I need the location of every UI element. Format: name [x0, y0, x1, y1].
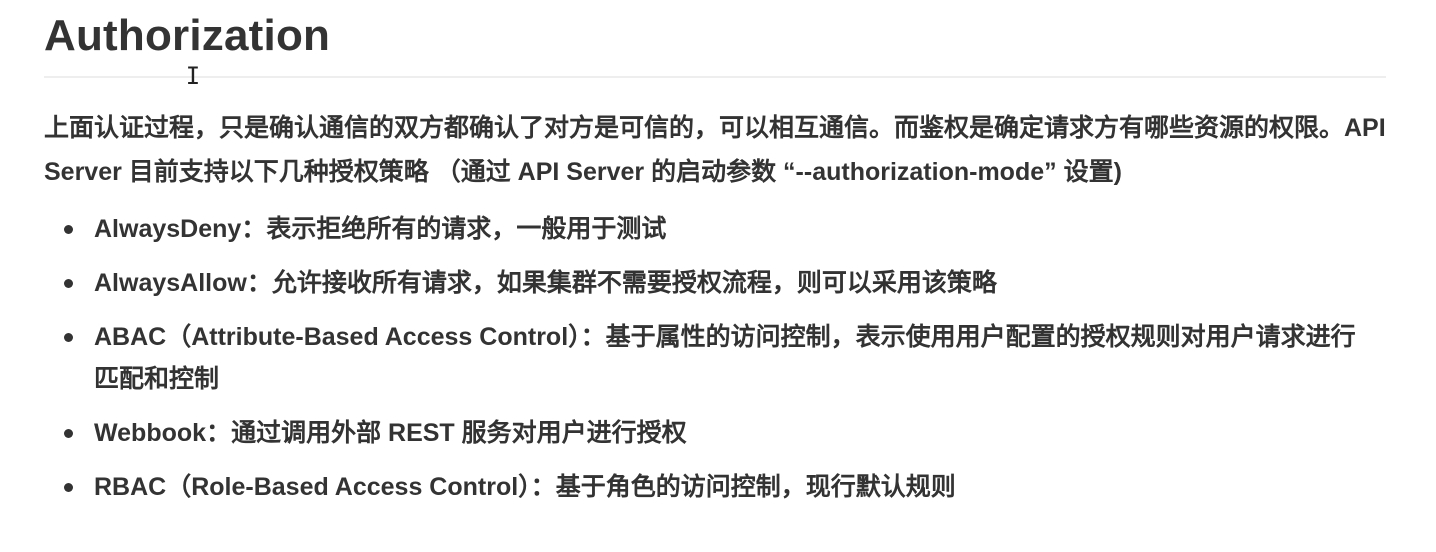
policy-separator: ：: [530, 473, 556, 501]
bullet-icon: [64, 429, 73, 438]
policy-description: 表示拒绝所有的请求，一般用于测试: [266, 215, 667, 243]
policy-separator: ：: [580, 323, 606, 351]
document-page: Authorization I 上面认证过程，只是确认通信的双方都确认了对方是可…: [0, 0, 1436, 552]
policy-name: RBAC（Role-Based Access Control）: [94, 473, 531, 501]
list-item-rbac: RBAC（Role-Based Access Control）：基于角色的访问控…: [64, 466, 1374, 508]
authorization-policy-list: AlwaysDeny：表示拒绝所有的请求，一般用于测试 AlwaysAllow：…: [44, 208, 1390, 508]
list-item-abac: ABAC（Attribute-Based Access Control）：基于属…: [64, 316, 1374, 400]
bullet-icon: [64, 279, 73, 288]
policy-name: AlwaysDeny: [94, 215, 242, 243]
policy-separator: ：: [206, 419, 232, 447]
list-item-alwaysdeny: AlwaysDeny：表示拒绝所有的请求，一般用于测试: [64, 208, 1374, 250]
policy-separator: ：: [246, 269, 272, 297]
bullet-icon: [64, 483, 73, 492]
policy-name: Webbook: [94, 419, 207, 447]
policy-name: ABAC（Attribute-Based Access Control）: [94, 323, 581, 351]
policy-description: 基于角色的访问控制，现行默认规则: [555, 473, 956, 501]
page-title: Authorization: [44, 11, 331, 60]
list-item-alwaysallow: AlwaysAllow：允许接收所有请求，如果集群不需要授权流程，则可以采用该策…: [64, 262, 1374, 304]
policy-description: 通过调用外部 REST 服务对用户进行授权: [231, 419, 687, 447]
bullet-icon: [64, 225, 73, 234]
list-item-webbook: Webbook：通过调用外部 REST 服务对用户进行授权: [64, 412, 1374, 454]
policy-separator: ：: [241, 215, 267, 243]
text-cursor-icon: I: [185, 62, 201, 90]
heading-divider: [44, 76, 1386, 78]
intro-paragraph: 上面认证过程，只是确认通信的双方都确认了对方是可信的，可以相互通信。而鉴权是确定…: [44, 114, 1386, 186]
policy-description: 允许接收所有请求，如果集群不需要授权流程，则可以采用该策略: [271, 269, 997, 297]
bullet-icon: [64, 333, 73, 342]
policy-name: AlwaysAllow: [94, 269, 247, 297]
